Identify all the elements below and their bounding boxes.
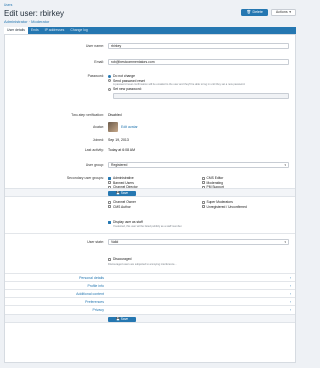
chevron-down-icon: ▾ <box>289 10 291 15</box>
role-admin[interactable]: Administrator <box>4 19 28 24</box>
delete-button[interactable]: 🗑 Delete <box>241 9 268 16</box>
section-personal-details[interactable]: Personal details › <box>5 273 295 281</box>
group-column-2: Super Moderators Unregistered / Unconfir… <box>201 200 290 210</box>
trash-icon: 🗑 <box>246 10 251 14</box>
user-state-select[interactable]: Valid ▾ <box>108 239 289 245</box>
delete-label: Delete <box>252 10 263 14</box>
password-options: Do not change Send password reset A pass… <box>108 74 289 99</box>
avatar-label: Avatar: <box>92 125 104 129</box>
user-roles: Administrator · Moderator <box>4 19 296 24</box>
joined-label: Joined: <box>92 138 104 142</box>
display-staff-hint: If selected, this user will be listed pu… <box>113 224 183 228</box>
checkbox-icon <box>108 205 111 209</box>
checkbox-icon <box>201 176 205 180</box>
checkbox-icon <box>201 181 205 185</box>
group-checkbox[interactable]: Unregistered / Unconfirmed <box>201 204 290 210</box>
user-state-label: User state: <box>87 240 104 244</box>
chevron-right-icon: › <box>289 308 291 312</box>
discouraged-label: Discouraged <box>113 257 132 262</box>
last-activity-label: Last activity: <box>84 148 104 152</box>
group-label: Unregistered / Unconfirmed <box>206 204 247 209</box>
group-label: Super Moderators <box>206 200 233 205</box>
checkbox-icon <box>201 200 205 204</box>
checkbox-icon <box>108 181 111 185</box>
secondary-groups-label: Secondary user groups: <box>66 176 104 180</box>
user-group-label: User group: <box>85 163 104 167</box>
section-preferences[interactable]: Preferences › <box>5 297 295 305</box>
tab-change-log[interactable]: Change log <box>67 27 90 34</box>
user-group-select[interactable]: Registered ▾ <box>108 162 289 168</box>
save-label: Save <box>120 316 129 321</box>
save-label: Save <box>120 190 129 195</box>
radio-selected-icon <box>108 74 111 78</box>
group-label: CMS Author <box>113 204 131 209</box>
username-label: User name: <box>85 44 104 48</box>
new-password-input[interactable] <box>113 92 289 99</box>
discouraged-checkbox[interactable]: Discouraged <box>108 257 289 262</box>
checkbox-icon <box>108 257 111 261</box>
password-option-label: Do not change <box>113 74 136 79</box>
password-label: Password: <box>87 74 104 78</box>
checkbox-icon <box>201 205 205 209</box>
checkbox-checked-icon <box>108 220 111 224</box>
tab-ends[interactable]: Ends <box>28 27 42 34</box>
actions-label: Actions <box>275 10 288 15</box>
two-step-value: Disabled <box>108 113 122 117</box>
group-label: Moderating <box>206 180 224 185</box>
checkbox-checked-icon <box>108 176 111 180</box>
save-button[interactable]: 💾 Save <box>108 190 136 196</box>
password-option-label: Set new password: <box>113 87 142 92</box>
role-separator: · <box>28 19 31 24</box>
role-moderator[interactable]: Moderator <box>31 19 49 24</box>
chevron-down-icon: ▾ <box>284 240 286 244</box>
sticky-save-bar: 💾 Save <box>5 188 295 197</box>
tab-bar: User details Ends IP addresses Change lo… <box>4 27 296 34</box>
section-additional-content[interactable]: Additional content › <box>5 289 295 297</box>
username-field[interactable]: rbirkey <box>108 43 289 49</box>
last-activity-value: Today at 6:08 AM <box>108 148 136 152</box>
email-field[interactable]: rob@bestcommentators.com <box>108 59 289 65</box>
two-step-label: Two-step verification: <box>71 113 104 117</box>
password-option-set-new[interactable]: Set new password: <box>108 87 289 92</box>
actions-menu-button[interactable]: Actions ▾ <box>270 9 296 16</box>
user-group-value: Registered <box>111 163 128 167</box>
discouraged-block: Discouraged Discouraged users are subjec… <box>108 257 289 266</box>
group-label: CMS Editor <box>206 176 224 181</box>
secondary-groups-list-continued: Channel Owner CMS Author Super Moderator… <box>108 200 289 209</box>
group-checkbox[interactable]: CMS Author <box>108 205 196 210</box>
section-title: Privacy <box>92 308 104 312</box>
radio-icon <box>108 87 111 91</box>
group-label: Banned Users <box>113 180 134 185</box>
edit-avatar-link[interactable]: Edit avatar <box>121 125 138 129</box>
chevron-down-icon: ▾ <box>284 163 286 167</box>
display-staff-block: Display user as staff If selected, this … <box>108 220 289 228</box>
password-reset-hint: A password reset confirmation will be em… <box>113 83 246 86</box>
discouraged-hint: Discouraged users are subjected to annoy… <box>108 262 177 266</box>
group-label: Administrative <box>113 176 134 181</box>
group-column-1: Channel Owner CMS Author <box>108 200 196 209</box>
avatar-block: Edit avatar <box>108 122 289 133</box>
section-profile-info[interactable]: Profile info › <box>5 281 295 289</box>
user-form: User name: rbirkey Email: rob@bestcommen… <box>4 34 296 363</box>
bottom-save-bar: 💾 Save <box>5 314 295 323</box>
tab-ip-addresses[interactable]: IP addresses <box>42 27 68 34</box>
joined-value: Sep 19, 2013 <box>108 138 129 142</box>
breadcrumb[interactable]: Users <box>4 3 296 7</box>
save-button-bottom[interactable]: 💾 Save <box>108 316 136 322</box>
radio-icon <box>108 79 111 83</box>
header-actions: 🗑 Delete Actions ▾ <box>241 9 296 16</box>
display-staff-label: Display user as staff <box>113 220 143 225</box>
group-label: Channel Owner <box>113 200 136 205</box>
section-privacy[interactable]: Privacy › <box>5 305 295 313</box>
avatar[interactable] <box>108 122 118 133</box>
user-state-value: Valid <box>111 240 119 244</box>
tab-user-details[interactable]: User details <box>4 27 28 34</box>
checkbox-icon <box>108 200 111 204</box>
email-label: Email: <box>94 60 104 64</box>
